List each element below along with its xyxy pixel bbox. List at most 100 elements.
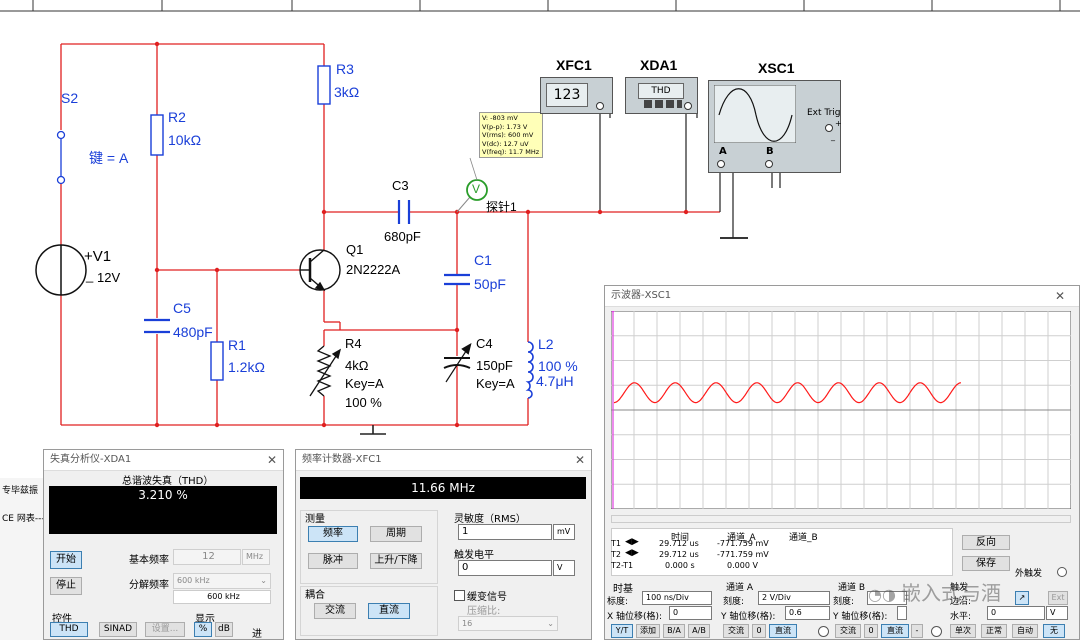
db-button[interactable]: dB <box>215 622 233 637</box>
trig-level-field[interactable]: 0 <box>987 606 1045 620</box>
scope-scrollbar[interactable] <box>611 515 1071 523</box>
trig-source-button[interactable]: Ext <box>1048 591 1068 605</box>
ext-trigger-terminal-icon <box>1057 567 1067 577</box>
slow-checkbox[interactable] <box>454 590 465 601</box>
ch-b-minus-button[interactable]: - <box>911 624 923 638</box>
dc-button[interactable]: 直流 <box>368 603 410 619</box>
ch-a-pos-field[interactable]: 0.6 <box>785 606 830 620</box>
l2-label: L2 <box>538 336 554 352</box>
settings-button[interactable]: 设置... <box>145 622 185 637</box>
cursor-row-label: T2 <box>611 550 621 559</box>
frequency-button[interactable]: 频率 <box>308 526 358 542</box>
cursor-arrows-icon[interactable]: ◀▶ <box>625 537 639 547</box>
xsc1-plus: + <box>835 119 842 128</box>
ch-a-dc-button[interactable]: 直流 <box>769 624 797 638</box>
ch-b-radio[interactable] <box>931 626 942 637</box>
trig-single-button[interactable]: 单次 <box>950 624 976 638</box>
trig-level-unit[interactable]: V <box>1046 606 1068 620</box>
ab-button[interactable]: A/B <box>688 624 710 638</box>
timebase-scale-field[interactable]: 100 ns/Div <box>642 591 712 605</box>
scope-titlebar[interactable]: 示波器-XSC1 ✕ <box>605 286 1079 307</box>
percent-button[interactable]: % <box>194 622 212 637</box>
xfc1-terminal-icon <box>596 102 604 110</box>
c3-value: 680pF <box>384 229 421 244</box>
ch-a-scale-field[interactable]: 2 V/Div <box>758 591 830 605</box>
strip-item[interactable]: CE 网表--- <box>2 511 45 524</box>
xda1-keys-icon <box>644 100 682 108</box>
stop-button[interactable]: 停止 <box>50 577 82 595</box>
chevron-down-icon: ⌄ <box>260 576 267 585</box>
trigger-input[interactable]: 0 <box>458 560 552 576</box>
ch-a-radio[interactable] <box>818 626 829 637</box>
c4-label: C4 <box>476 336 493 351</box>
ch-b-dc-button[interactable]: 直流 <box>881 624 909 638</box>
xsc1-minus: _ <box>831 132 835 141</box>
freq-titlebar[interactable]: 频率计数器-XFC1 ✕ <box>296 450 591 471</box>
trig-rise-icon[interactable]: ↗ <box>1015 591 1029 605</box>
thd-window: 失真分析仪-XDA1 ✕ 总谐波失真（THD） 3.210 % 开始 停止 基本频… <box>43 449 284 640</box>
ba-button[interactable]: B/A <box>663 624 685 638</box>
xsc1-terminal-b-icon <box>765 160 773 168</box>
compress-value: 16 <box>462 619 473 628</box>
xsc1-ch-a: A <box>719 146 727 157</box>
probe-label: 探针1 <box>486 200 517 214</box>
add-button[interactable]: 添加 <box>636 624 660 638</box>
start-button[interactable]: 开始 <box>50 551 82 569</box>
xsc1-instrument[interactable]: Ext Trig A B + _ <box>708 80 842 173</box>
xfc1-label: XFC1 <box>556 57 592 73</box>
fundamental-unit[interactable]: MHz <box>242 549 270 565</box>
cursor-arrows-icon[interactable]: ◀▶ <box>625 548 639 558</box>
cursor-row-a: -771.759 mV <box>717 550 769 559</box>
strip-item[interactable]: 专毕兹振 <box>2 483 38 496</box>
reverse-button[interactable]: 反向 <box>962 535 1010 550</box>
x-pos-label: X 轴位移(格): <box>607 612 663 622</box>
x-pos-field[interactable]: 0 <box>669 606 712 620</box>
cursor-row-time: 29.712 us <box>659 550 699 559</box>
timebase-label: 时基 <box>613 584 633 595</box>
xsc1-ext-trig: Ext Trig <box>807 108 841 118</box>
xda1-instrument[interactable]: THD <box>625 77 698 114</box>
probe-line: V(dc): 12.7 uV <box>482 139 529 148</box>
close-icon[interactable]: ✕ <box>1055 286 1065 306</box>
resolution-select[interactable]: 600 kHz ⌄ <box>173 573 271 589</box>
freq-title: 频率计数器-XFC1 <box>302 454 382 465</box>
l2-percent: 100 % <box>538 358 578 374</box>
r4-key: Key=A <box>345 376 384 391</box>
yt-button[interactable]: Y/T <box>611 624 633 638</box>
sensitivity-unit[interactable]: mV <box>553 524 575 540</box>
close-icon[interactable]: ✕ <box>575 450 585 470</box>
save-button[interactable]: 保存 <box>962 556 1010 571</box>
trigger-unit[interactable]: V <box>553 560 575 576</box>
r1-label: R1 <box>228 337 246 353</box>
ch-b-ac-button[interactable]: 交流 <box>835 624 861 638</box>
ac-button[interactable]: 交流 <box>314 603 356 619</box>
fundamental-field[interactable]: 12 <box>173 549 241 565</box>
thd-mode-button[interactable]: THD <box>50 622 88 637</box>
probe-line: V(p-p): 1.73 V <box>482 122 528 131</box>
cursor-row-a: 0.000 V <box>727 561 758 570</box>
period-button[interactable]: 周期 <box>370 526 422 542</box>
xfc1-instrument[interactable]: 123 <box>540 77 613 114</box>
trig-none-button[interactable]: 无 <box>1043 624 1065 638</box>
sensitivity-input[interactable]: 1 <box>458 524 552 540</box>
sinad-mode-button[interactable]: SINAD <box>99 622 137 637</box>
compress-select[interactable]: 16 ⌄ <box>458 616 558 631</box>
xsc1-terminal-ext-icon <box>825 124 833 132</box>
probe-line: V(freq): 11.7 MHz <box>482 148 540 157</box>
ch-b-pos-field[interactable] <box>897 606 907 620</box>
xfc1-display: 123 <box>546 83 588 107</box>
ch-a-ac-button[interactable]: 交流 <box>723 624 749 638</box>
thd-extra: 进 <box>252 629 262 640</box>
pulse-button[interactable]: 脉冲 <box>308 553 358 569</box>
ch-b-zero-button[interactable]: 0 <box>864 624 878 638</box>
rise-fall-button[interactable]: 上升/下降 <box>370 553 422 569</box>
xsc1-terminal-a-icon <box>717 160 725 168</box>
r4-label: R4 <box>345 336 362 351</box>
close-icon[interactable]: ✕ <box>267 450 277 470</box>
freq-display: 11.66 MHz <box>300 477 586 499</box>
trig-normal-button[interactable]: 正常 <box>981 624 1007 638</box>
thd-titlebar[interactable]: 失真分析仪-XDA1 ✕ <box>44 450 283 471</box>
trig-auto-button[interactable]: 自动 <box>1012 624 1038 638</box>
chevron-down-icon: ⌄ <box>547 619 554 628</box>
ch-a-zero-button[interactable]: 0 <box>752 624 766 638</box>
